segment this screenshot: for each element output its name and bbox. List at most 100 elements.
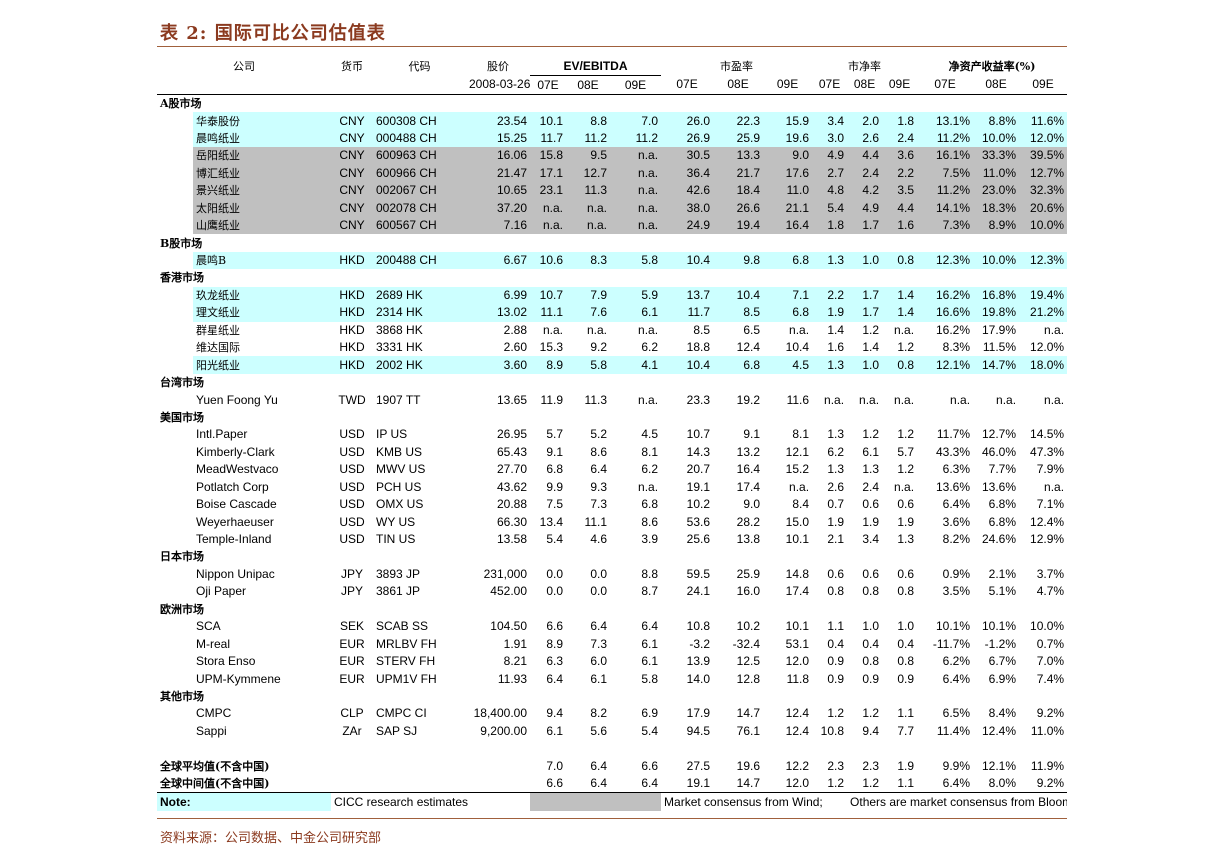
value-cell: 5.6 <box>590 723 607 738</box>
value-cell: 7.5% <box>917 164 974 183</box>
value-cell: 10.4 <box>713 286 764 305</box>
value-cell: 12.7 <box>566 164 610 183</box>
value-cell: 7.1 <box>763 286 813 305</box>
value-cell: 12.4 <box>785 723 810 738</box>
indent-cell <box>157 200 193 217</box>
ticker-cell: 002067 CH <box>373 182 466 200</box>
indent-cell <box>157 723 193 740</box>
value-cell: n.a. <box>824 392 845 407</box>
value-cell: 46.0% <box>982 444 1017 459</box>
value-cell: 9.2 <box>590 340 607 355</box>
value-cell: 0.8 <box>862 654 880 669</box>
value-cell: 6.8 <box>546 462 563 477</box>
value-cell: 19.2 <box>736 392 761 407</box>
value-cell: 5.7 <box>546 427 563 442</box>
value-cell: 0.9 <box>862 671 880 686</box>
value-cell: 1.3 <box>827 427 845 442</box>
indent-cell <box>157 391 193 408</box>
table-row: Nippon Unipac JPY 3893 JP 231,000 0.0 0.0 8.8 5… <box>157 566 1067 583</box>
value-cell: 1.2 <box>862 427 880 442</box>
value-cell: 1.2 <box>897 427 915 442</box>
value-cell: 1.1 <box>897 706 915 721</box>
value-cell: 10.4 <box>661 356 714 374</box>
value-cell: 6.8 <box>763 304 813 322</box>
value-cell: 0.0 <box>590 566 607 581</box>
value-cell: n.a. <box>638 392 659 407</box>
value-cell: 6.1 <box>546 723 563 738</box>
value-cell: 1.4 <box>862 340 880 355</box>
company-name: 理文纸业 <box>193 304 331 322</box>
value-cell: 11.6 <box>786 392 810 407</box>
indent-cell <box>157 479 193 496</box>
value-cell: 0.4 <box>862 636 880 651</box>
table-row: 博汇纸业 CNY 600966 CH 21.47 17.1 12.7 n.a. 36.4 21.… <box>157 164 1068 183</box>
ticker-cell: 600308 CH <box>373 112 466 130</box>
value-cell: 1.3 <box>897 532 915 547</box>
value-cell: 0.8 <box>882 356 918 374</box>
value-cell: 10.0% <box>973 129 1020 148</box>
value-cell: 14.8 <box>785 566 810 581</box>
value-cell: 2.4 <box>882 129 918 148</box>
value-cell: 4.4 <box>847 147 883 165</box>
value-cell: 15.2 <box>785 462 810 477</box>
value-cell: 1.8 <box>812 216 848 235</box>
value-cell: 7.0 <box>610 112 662 130</box>
value-cell: 20.6% <box>1019 199 1068 217</box>
ticker-cell: 002078 CH <box>373 199 466 217</box>
price-cell: 26.95 <box>496 427 527 442</box>
ticker-cell: 600963 CH <box>373 147 466 165</box>
value-cell: 11.9 <box>540 392 563 407</box>
value-cell: -3.2 <box>689 636 711 651</box>
summary-value: 27.5 <box>686 758 711 773</box>
indent-cell <box>157 496 193 513</box>
company-name: 玖龙纸业 <box>193 286 331 305</box>
value-cell: 0.9 <box>827 654 845 669</box>
currency-cell: CNY <box>331 129 373 148</box>
value-cell: 16.8% <box>973 286 1020 305</box>
price-cell: 20.88 <box>496 497 527 512</box>
price-cell: 10.65 <box>466 182 530 200</box>
value-cell: 11.2 <box>566 129 610 148</box>
indent-cell <box>157 513 193 530</box>
section-row: 美国市场 <box>157 409 1067 426</box>
value-cell: 4.5 <box>641 427 659 442</box>
value-cell: 21.2% <box>1019 304 1068 322</box>
table-row: M-real EUR MRLBV FH 1.91 8.9 7.3 6.1 -3.2 -32.4 5… <box>157 635 1067 652</box>
section-row: A股市场 <box>157 94 1067 112</box>
company-name: UPM-Kymmene <box>196 671 281 686</box>
currency-cell: ZAr <box>342 723 362 738</box>
value-cell: 12.4% <box>982 723 1017 738</box>
company-name: SCA <box>196 619 221 634</box>
value-cell: 8.5 <box>693 322 711 337</box>
value-cell: 5.4 <box>546 532 563 547</box>
ticker-cell: STERV FH <box>376 654 436 669</box>
value-cell: 19.4 <box>713 216 764 235</box>
ticker-cell: 2314 HK <box>373 304 466 322</box>
indent-cell <box>157 322 193 339</box>
value-cell: 2.2 <box>882 164 918 183</box>
table-row: Sappi ZAr SAP SJ 9,200.00 6.1 5.6 5.4 94.5 76.1 1… <box>157 723 1067 740</box>
value-cell: 6.4 <box>641 619 659 634</box>
indent-cell <box>157 165 193 182</box>
table-row: 阳光纸业 HKD 2002 HK 3.60 8.9 5.8 4.1 10.4 6.8 4.5 1.3… <box>157 356 1068 374</box>
value-cell: 53.6 <box>686 514 711 529</box>
value-cell: 15.3 <box>539 340 563 355</box>
value-cell: 9.3 <box>590 479 607 494</box>
value-cell: 10.6 <box>530 251 566 270</box>
table-row: 华泰股份 CNY 600308 CH 23.54 10.1 8.8 7.0 26.0 22.3 1… <box>157 112 1068 130</box>
table-row: Temple-Inland USD TIN US 13.58 5.4 4.6 3.9 25.6… <box>157 531 1067 548</box>
company-name: Weyerhaeuser <box>196 514 274 529</box>
value-cell: 20.7 <box>686 462 711 477</box>
ticker-cell: MWV US <box>376 462 426 477</box>
header-roe: 净资产收益率(%) <box>948 60 1036 74</box>
value-cell: 0.6 <box>827 566 845 581</box>
value-cell: 30.5 <box>661 147 714 165</box>
table-row: UPM-Kymmene EUR UPM1V FH 11.93 6.4 6.1 5.8 14.0… <box>157 670 1067 687</box>
value-cell: 94.5 <box>686 723 711 738</box>
table-row: 太阳纸业 CNY 002078 CH 37.20 n.a. n.a. n.a. 38.0 26.… <box>157 199 1068 217</box>
indent-cell <box>157 339 193 356</box>
price-cell: 66.30 <box>496 514 527 529</box>
currency-cell: USD <box>339 444 365 459</box>
ticker-cell: 3861 JP <box>376 584 421 599</box>
value-cell: 6.1 <box>590 671 607 686</box>
